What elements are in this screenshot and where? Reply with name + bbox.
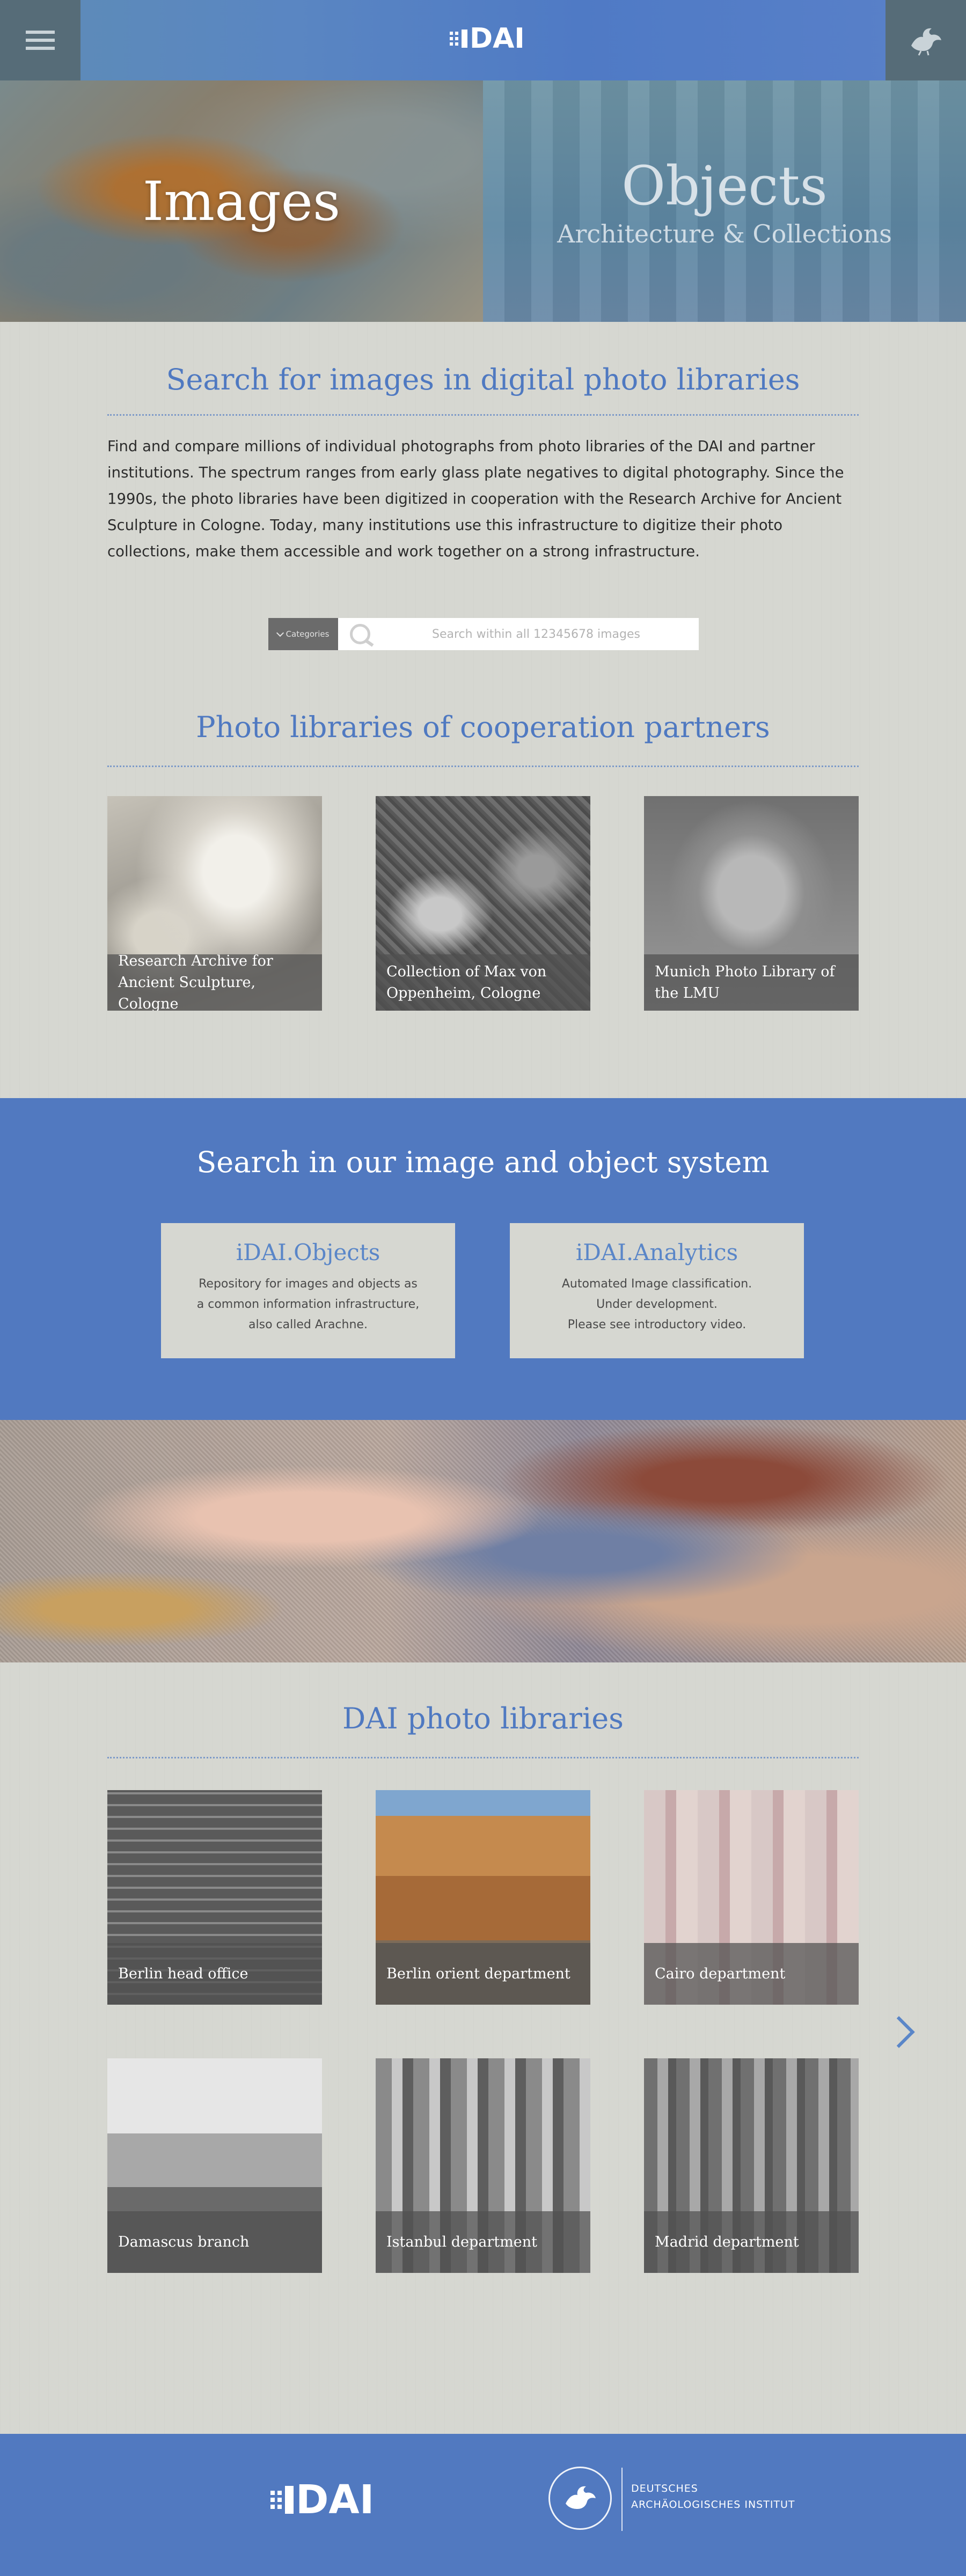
mosaic-banner-image <box>0 1420 966 1662</box>
search-bar: Categories <box>268 618 699 650</box>
system-title: iDAI.Analytics <box>575 1239 738 1265</box>
dai-card-madrid[interactable]: Madrid department <box>644 2058 859 2273</box>
categories-label: Categories <box>286 629 330 639</box>
system-desc-line: a common information infrastructure, <box>196 1298 420 1311</box>
search-input[interactable] <box>374 627 699 641</box>
logo-dots <box>270 2491 282 2509</box>
system-title: iDAI.Objects <box>236 1239 380 1265</box>
card-caption: Madrid department <box>644 2211 859 2273</box>
chevron-right-icon[interactable] <box>884 2014 911 2052</box>
griffin-icon <box>566 2486 596 2509</box>
idai-objects-box[interactable]: iDAI.Objects Repository for images and o… <box>161 1223 455 1358</box>
dai-card-cairo[interactable]: Cairo department <box>644 1790 859 2005</box>
system-description: Automated Image classification. Under de… <box>510 1274 804 1335</box>
partner-card-research-archive[interactable]: Research Archive for Ancient Sculpture, … <box>107 796 322 1011</box>
search-section-title: Search for images in digital photo libra… <box>166 363 800 396</box>
system-desc-line: also called Arachne. <box>248 1318 368 1331</box>
top-header: DAI <box>0 0 966 80</box>
footer-divider <box>621 2468 623 2531</box>
system-desc-line: Please see introductory video. <box>567 1318 747 1331</box>
card-caption: Research Archive for Ancient Sculpture, … <box>107 953 322 1011</box>
logo-i <box>462 30 467 48</box>
griffin-icon <box>911 28 941 56</box>
hamburger-icon <box>26 26 55 55</box>
partner-card-oppenheim[interactable]: Collection of Max von Oppenheim, Cologne <box>376 796 590 1011</box>
system-desc-line: Under development. <box>596 1298 718 1311</box>
categories-dropdown[interactable]: Categories <box>268 618 338 650</box>
section-divider <box>107 414 859 416</box>
hero-banner: Images Objects Architecture & Collection… <box>0 80 966 322</box>
footer <box>0 2434 966 2576</box>
hero-objects-tile[interactable]: Objects Architecture & Collections <box>483 80 966 322</box>
institute-name-line: DEUTSCHES <box>631 2483 698 2494</box>
search-icon <box>349 622 374 646</box>
partners-section-title: Photo libraries of cooperation partners <box>196 710 770 744</box>
search-field[interactable] <box>338 618 699 650</box>
logo-text: DAI <box>296 2477 375 2523</box>
card-caption: Collection of Max von Oppenheim, Cologne <box>376 954 590 1011</box>
section-divider <box>107 1757 859 1758</box>
dai-card-damascus[interactable]: Damascus branch <box>107 2058 322 2273</box>
dai-card-berlin-head-office[interactable]: Berlin head office <box>107 1790 322 2005</box>
logo-dots <box>450 32 458 46</box>
partner-card-munich[interactable]: Munich Photo Library of the LMU <box>644 796 859 1011</box>
system-desc-line: Repository for images and objects as <box>199 1277 418 1291</box>
hero-images-tile[interactable]: Images <box>0 80 483 322</box>
chevron-down-icon <box>276 629 284 637</box>
intro-paragraph: Find and compare millions of individual … <box>107 438 844 560</box>
hero-objects-title: Objects <box>621 154 828 217</box>
institute-name[interactable]: DEUTSCHES ARCHÄOLOGISCHES INSTITUT <box>631 2481 795 2513</box>
card-caption: Berlin head office <box>107 1943 322 2005</box>
idai-logo[interactable]: DAI <box>450 23 525 55</box>
hero-objects-subtitle: Architecture & Collections <box>557 219 892 248</box>
system-description: Repository for images and objects as a c… <box>161 1274 455 1335</box>
card-caption: Berlin orient department <box>376 1943 590 2005</box>
dai-card-istanbul[interactable]: Istanbul department <box>376 2058 590 2273</box>
hero-images-title: Images <box>142 170 341 233</box>
griffin-button[interactable] <box>885 0 966 80</box>
card-caption: Damascus branch <box>107 2211 322 2273</box>
section-divider <box>107 766 859 767</box>
logo-i <box>285 2486 294 2514</box>
dai-libraries-title: DAI photo libraries <box>342 1702 624 1735</box>
dai-seal-icon[interactable] <box>548 2467 612 2530</box>
footer-idai-logo[interactable]: DAI <box>270 2477 374 2523</box>
menu-button[interactable] <box>0 0 80 80</box>
card-caption: Munich Photo Library of the LMU <box>644 954 859 1011</box>
dai-card-berlin-orient[interactable]: Berlin orient department <box>376 1790 590 2005</box>
idai-analytics-box[interactable]: iDAI.Analytics Automated Image classific… <box>510 1223 804 1358</box>
institute-name-line: ARCHÄOLOGISCHES INSTITUT <box>631 2499 795 2511</box>
system-desc-line: Automated Image classification. <box>561 1277 752 1291</box>
card-caption: Cairo department <box>644 1943 859 2005</box>
systems-section-title: Search in our image and object system <box>196 1145 770 1179</box>
card-caption: Istanbul department <box>376 2211 590 2273</box>
logo-text: DAI <box>470 23 525 55</box>
